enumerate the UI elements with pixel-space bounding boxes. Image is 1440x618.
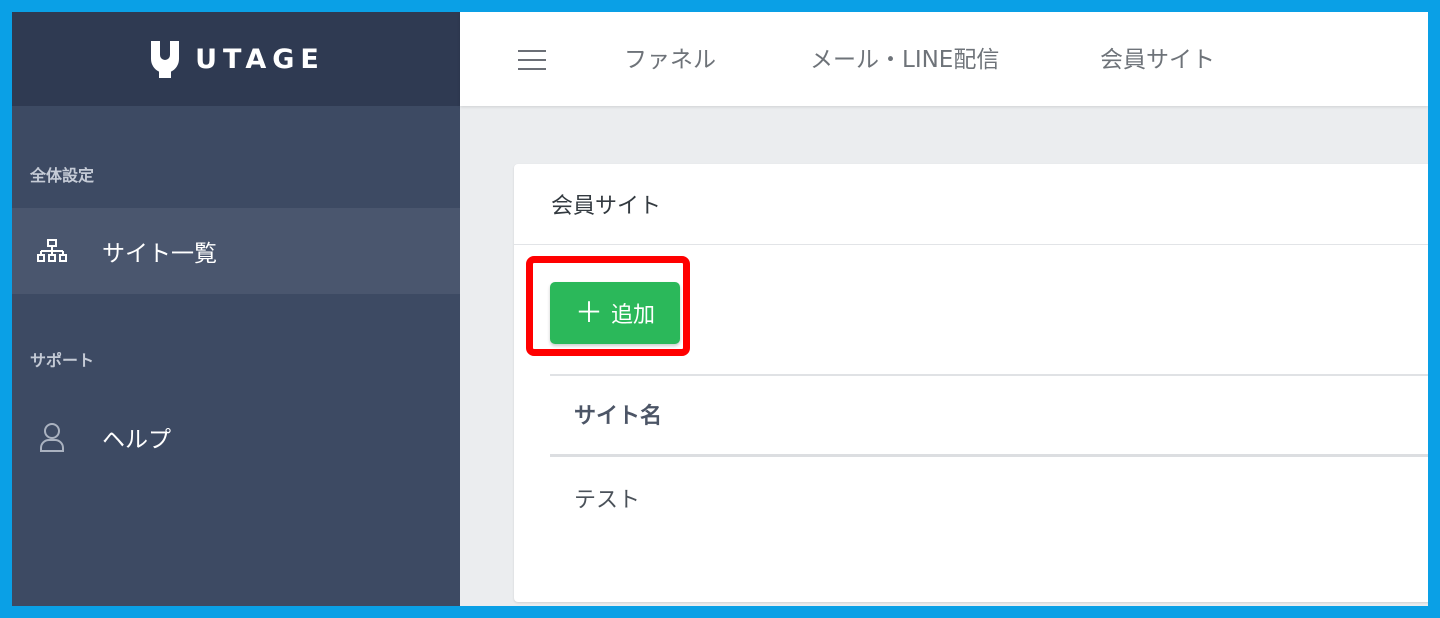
member-site-card: 会員サイト ＋ 追加 サイト名 テスト — [514, 164, 1428, 602]
utage-logo-icon — [151, 41, 180, 78]
utage-logo[interactable]: UTAGE — [147, 39, 325, 79]
card-divider — [514, 244, 1428, 245]
hamburger-menu-icon[interactable] — [518, 48, 546, 72]
user-icon — [34, 421, 70, 453]
sidebar-item-help[interactable]: ヘルプ — [12, 394, 460, 480]
nav-mail-line[interactable]: メール・LINE配信 — [810, 40, 999, 74]
table-header-site-name: サイト名 — [574, 404, 663, 429]
sidebar: UTAGE 全体設定 サイト一覧 サポート ヘルプ — [12, 12, 460, 606]
table-row[interactable]: テスト — [574, 482, 640, 514]
sidebar-item-site-list[interactable]: サイト一覧 — [12, 208, 460, 294]
sitemap-icon — [34, 239, 70, 263]
logo-text: UTAGE — [195, 43, 325, 75]
sidebar-item-label: サイト一覧 — [102, 241, 217, 267]
nav-member-site[interactable]: 会員サイト — [1100, 40, 1215, 74]
section-label-support: サポート — [30, 351, 95, 370]
top-header: ファネル メール・LINE配信 会員サイト — [460, 12, 1428, 106]
table-divider — [550, 374, 1428, 376]
highlight-box — [526, 256, 690, 356]
section-label-settings: 全体設定 — [30, 166, 95, 185]
sidebar-item-label: ヘルプ — [102, 427, 171, 453]
table-header-divider — [550, 454, 1428, 457]
nav-funnel[interactable]: ファネル — [624, 40, 716, 74]
app-window: UTAGE 全体設定 サイト一覧 サポート ヘルプ ファネル メール・LINE配… — [12, 12, 1428, 606]
logo-bar: UTAGE — [12, 12, 460, 106]
card-title: 会員サイト — [551, 194, 662, 219]
